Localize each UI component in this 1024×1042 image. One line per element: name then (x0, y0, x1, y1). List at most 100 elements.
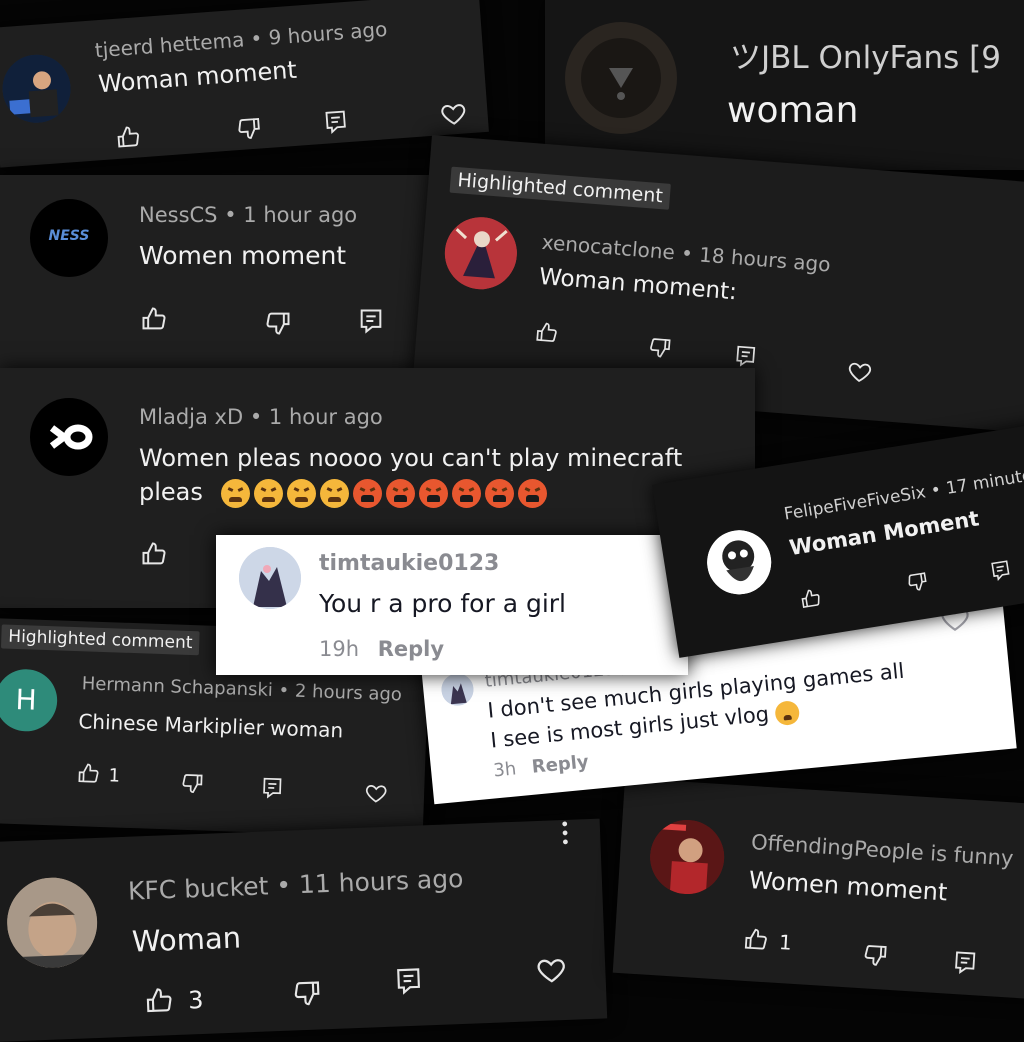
timestamp: 3h (492, 758, 518, 782)
tired-face-emoji-icon (286, 478, 316, 508)
author-name[interactable]: KFC bucket (127, 871, 268, 905)
comment-card-tjeerd: tjeerd hettema • 9 hours ago Woman momen… (0, 0, 489, 168)
tired-face-emoji-icon (319, 478, 349, 508)
comment-card-offending: OffendingPeople is funny Women moment 1 (612, 778, 1024, 1000)
avatar[interactable] (702, 525, 776, 599)
avatar[interactable] (647, 817, 727, 897)
like-button[interactable] (140, 540, 168, 568)
laughing-emoji-icon (774, 699, 801, 727)
tired-face-emoji-icon (220, 478, 250, 508)
like-button[interactable] (114, 123, 142, 151)
swearing-face-emoji-icon (451, 478, 481, 508)
thumbs-up-icon (78, 763, 99, 783)
comment-footer: 19h Reply (319, 637, 444, 661)
like-button[interactable] (798, 586, 823, 611)
like-button[interactable] (76, 761, 101, 786)
avatar[interactable] (565, 22, 677, 134)
separator-dot: • (680, 240, 694, 266)
reply-button[interactable] (260, 776, 285, 801)
author-name[interactable]: xenocatclone (541, 230, 676, 264)
heart-icon (441, 104, 466, 125)
avatar[interactable] (0, 52, 73, 126)
reply-icon (325, 110, 346, 134)
separator-dot: • (275, 870, 292, 901)
reply-footer: 3h Reply (492, 751, 589, 781)
heart-button[interactable] (535, 954, 568, 987)
thumbs-down-icon (182, 774, 203, 794)
emoji-row (220, 478, 551, 508)
dislike-button[interactable] (264, 309, 292, 337)
reply-icon (991, 560, 1010, 581)
reply-button[interactable] (393, 965, 424, 996)
dislike-button[interactable] (905, 569, 930, 594)
thumbs-up-icon (801, 589, 820, 608)
avatar[interactable]: NESS (30, 199, 108, 277)
reply-icon (397, 968, 420, 995)
comment-card-kfc: KFC bucket • 11 hours ago Woman 3 (0, 818, 608, 1042)
avatar[interactable] (442, 214, 520, 292)
dislike-button[interactable] (291, 977, 322, 1008)
reply-link[interactable]: Reply (531, 751, 590, 777)
heart-button[interactable] (439, 99, 469, 129)
reply-button[interactable] (322, 108, 350, 136)
avatar[interactable] (440, 672, 475, 708)
separator-dot: • (929, 479, 943, 502)
author-name[interactable]: NessCS (139, 203, 218, 227)
heart-button[interactable] (364, 781, 389, 806)
timestamp: 11 hours ago (298, 863, 464, 900)
avatar-letter: H (15, 682, 38, 717)
avatar[interactable] (239, 547, 301, 609)
like-button[interactable] (534, 320, 560, 346)
reply-icon (263, 777, 282, 799)
author-name[interactable]: OffendingPeople is funny (750, 830, 1014, 870)
dislike-button[interactable] (235, 114, 263, 142)
dislike-button[interactable] (862, 941, 890, 969)
author-name[interactable]: Hermann Schapanski (81, 673, 273, 701)
avatar[interactable]: H (0, 668, 59, 733)
dislike-button[interactable] (180, 771, 205, 796)
like-button[interactable] (742, 926, 770, 954)
comment-card-jbl: ツJBL OnlyFans [9 woman (545, 0, 1024, 170)
author-meta: Hermann Schapanski • 2 hours ago (81, 673, 402, 705)
dislike-button[interactable] (647, 335, 673, 361)
avatar[interactable] (5, 875, 99, 970)
like-button[interactable] (140, 305, 168, 333)
separator-dot: • (224, 203, 237, 227)
like-button[interactable] (144, 985, 175, 1016)
swearing-face-emoji-icon (385, 478, 415, 508)
heart-icon (365, 785, 387, 803)
comment-text: Woman (131, 920, 242, 959)
author-name[interactable]: ツJBL OnlyFans [9 (730, 32, 1001, 77)
author-name[interactable]: timtaukie0123 (319, 551, 499, 576)
thumbs-down-icon (908, 572, 927, 591)
reply-button[interactable] (951, 949, 979, 977)
comment-text: Woman moment (97, 55, 298, 99)
avatar-logo-text: NESS (48, 228, 90, 244)
like-count: 1 (108, 765, 121, 787)
author-meta: tjeerd hettema • 9 hours ago (94, 17, 388, 62)
comment-text: Women moment (747, 866, 949, 907)
heart-button[interactable] (846, 358, 874, 386)
reply-icon (955, 951, 976, 975)
reply-button[interactable] (357, 307, 385, 335)
author-meta: KFC bucket • 11 hours ago (127, 864, 463, 906)
timestamp: 18 hours ago (698, 242, 832, 277)
reply-link[interactable]: Reply (378, 637, 444, 661)
timestamp: 9 hours ago (267, 16, 389, 50)
more-options-button[interactable] (560, 820, 571, 846)
comment-text: Woman moment: (538, 263, 738, 306)
tired-face-emoji-icon (253, 478, 283, 508)
comment-card-timtaukie: timtaukie0123 You r a pro for a girl 19h… (216, 535, 688, 675)
heart-icon (537, 959, 565, 983)
heart-icon (848, 362, 872, 383)
reply-button[interactable] (988, 558, 1013, 583)
author-meta: Mladja xD • 1 hour ago (139, 405, 383, 429)
author-name[interactable]: Mladja xD (139, 405, 243, 429)
author-meta: FelipeFiveFiveSix • 17 minute (783, 466, 1024, 525)
avatar[interactable] (30, 398, 108, 476)
thumbs-down-icon (650, 338, 671, 358)
timestamp: 19h (319, 637, 360, 661)
author-name[interactable]: tjeerd hettema (94, 27, 245, 62)
reply-button[interactable] (733, 343, 759, 369)
thumbs-up-icon (146, 988, 172, 1013)
